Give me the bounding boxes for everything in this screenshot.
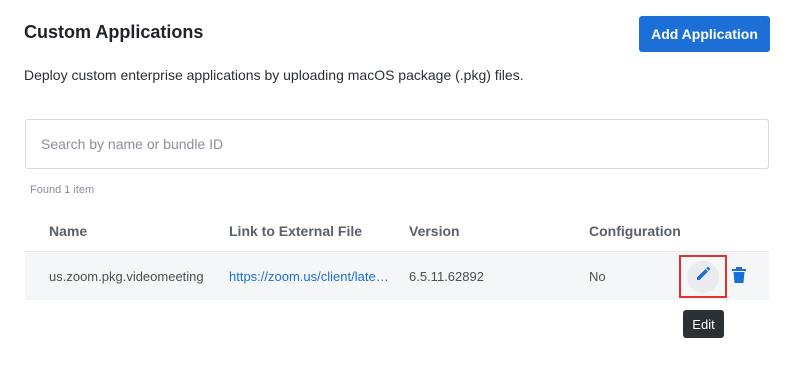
page-description: Deploy custom enterprise applications by… — [24, 67, 524, 83]
search-input[interactable] — [25, 119, 769, 169]
edit-highlight-box — [679, 255, 727, 298]
table-header: Name Link to External File Version Confi… — [25, 211, 769, 252]
column-header-link: Link to External File — [229, 223, 363, 239]
app-version: 6.5.11.62892 — [409, 268, 484, 284]
trash-button[interactable] — [731, 266, 747, 286]
edit-button[interactable] — [687, 260, 719, 293]
app-name: us.zoom.pkg.videomeeting — [49, 268, 204, 284]
applications-table: Name Link to External File Version Confi… — [25, 211, 769, 300]
results-count: Found 1 item — [30, 184, 95, 196]
external-file-link[interactable]: https://zoom.us/client/latest/zoomusInst… — [229, 269, 394, 284]
column-header-configuration: Configuration — [589, 223, 681, 239]
edit-tooltip: Edit — [683, 310, 724, 338]
page-title: Custom Applications — [24, 22, 204, 42]
table-row: us.zoom.pkg.videomeeting https://zoom.us… — [25, 252, 769, 300]
add-application-button[interactable]: Add Application — [639, 16, 770, 52]
pencil-icon — [695, 266, 711, 287]
column-header-name: Name — [49, 223, 88, 239]
column-header-version: Version — [409, 223, 460, 239]
trash-icon — [732, 266, 746, 286]
app-configuration: No — [589, 268, 606, 284]
